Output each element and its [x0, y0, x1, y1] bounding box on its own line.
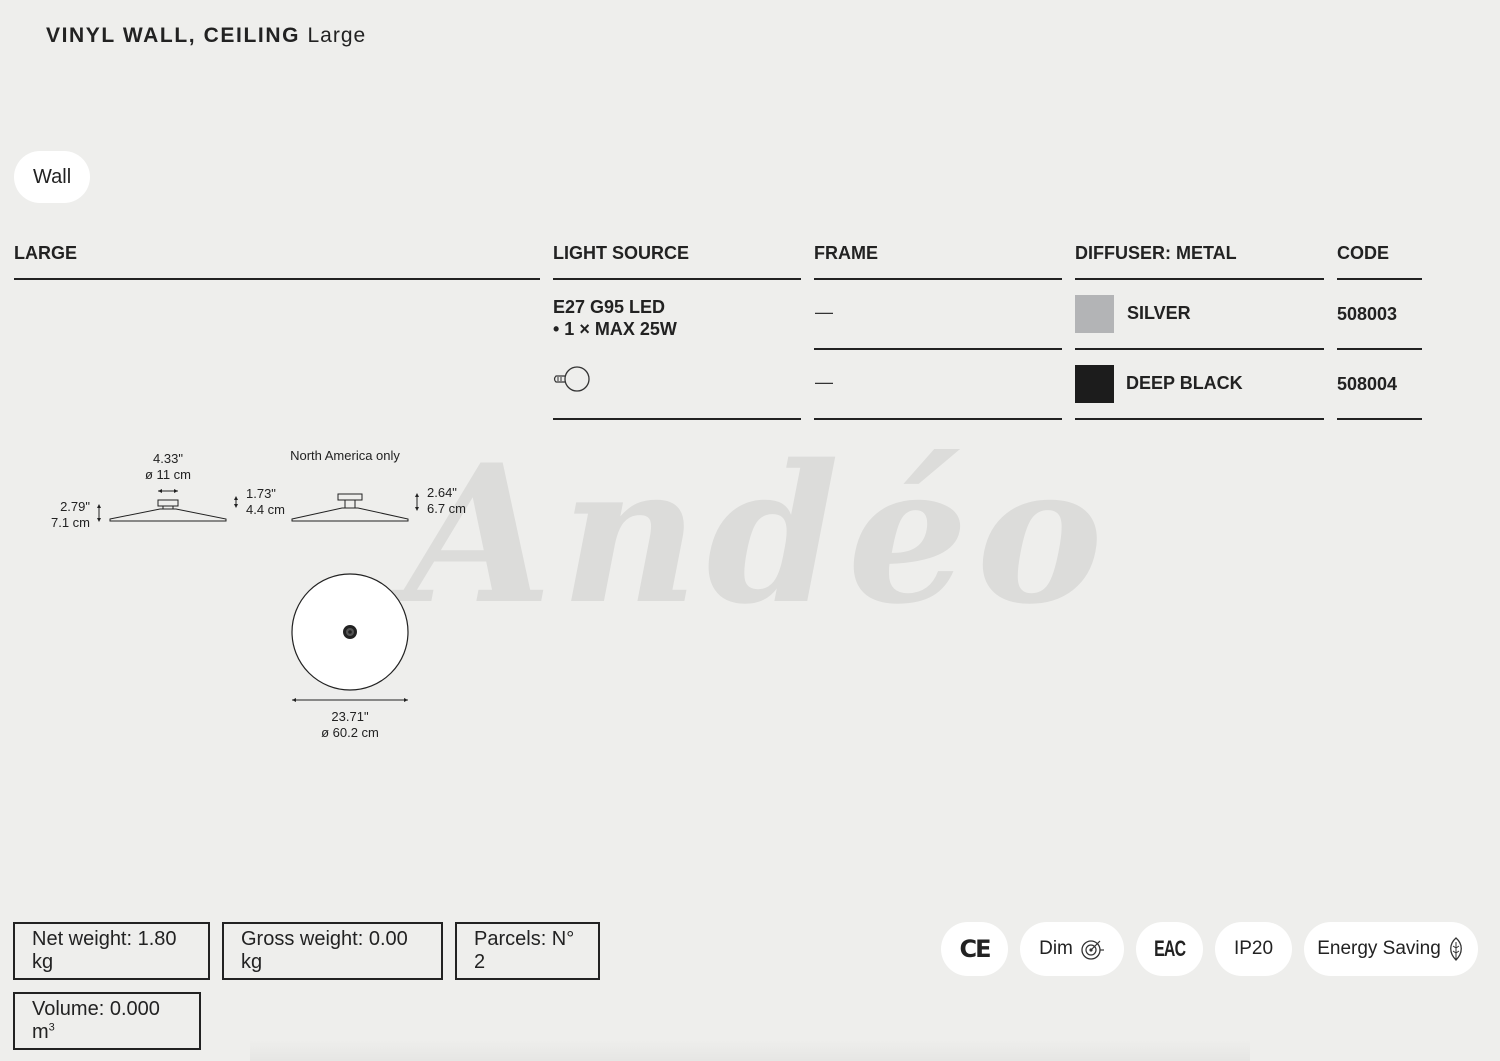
diffuser-color: SILVER	[1127, 303, 1191, 323]
technical-drawing: 4.33" ø 11 cm 2.79" 7.1 cm 1.73" 4.4 cm …	[51, 448, 466, 740]
divider	[814, 348, 1062, 350]
dimmer-icon	[1081, 940, 1104, 960]
gross-weight-box: Gross weight: 0.00 kg	[222, 922, 443, 980]
bottom-shadow	[250, 1040, 1250, 1061]
header-code: CODE	[1337, 243, 1390, 263]
parcels-box: Parcels: N° 2	[455, 922, 600, 980]
divider	[1075, 418, 1324, 420]
header-frame: FRAME	[814, 243, 878, 263]
divider	[1337, 348, 1422, 350]
top-view: 23.71" ø 60.2 cm	[291, 573, 409, 740]
height-cm: 7.1 cm	[51, 515, 90, 530]
eac-badge: EAC	[1136, 922, 1203, 976]
ce-mark: CE	[959, 935, 991, 963]
divider	[1075, 278, 1324, 280]
eac-mark: EAC	[1153, 936, 1186, 961]
bulb-icon	[553, 366, 590, 392]
divider	[814, 418, 1062, 420]
side-view-north-america: North America only 2.64" 6.7 cm	[290, 448, 466, 522]
divider	[553, 278, 801, 280]
canopy-height-cm: 4.4 cm	[246, 502, 285, 517]
light-source-power: • 1 × MAX 25W	[553, 319, 677, 339]
color-swatch-deep-black	[1075, 365, 1114, 403]
divider	[553, 418, 801, 420]
product-code[interactable]: 508004	[1337, 374, 1397, 395]
divider	[1337, 418, 1422, 420]
energy-saving-label: Energy Saving	[1317, 938, 1441, 959]
dim-badge: Dim	[1020, 922, 1124, 976]
diameter-cm: ø 60.2 cm	[321, 725, 379, 740]
diameter-in: 23.71"	[331, 709, 369, 724]
energy-saving-badge: Energy Saving	[1304, 922, 1478, 976]
header-light-source: LIGHT SOURCE	[553, 243, 690, 263]
light-source-type: E27 G95 LED	[553, 297, 666, 317]
na-height-in: 2.64"	[427, 485, 457, 500]
ip-rating: IP20	[1233, 938, 1274, 959]
product-code[interactable]: 508003	[1337, 304, 1397, 325]
ip-rating-badge: IP20	[1215, 922, 1292, 976]
frame-value: —	[815, 372, 833, 392]
net-weight-box: Net weight: 1.80 kg	[13, 922, 210, 980]
side-view-standard: 4.33" ø 11 cm 2.79" 7.1 cm 1.73" 4.4 cm	[51, 451, 285, 530]
canopy-height-in: 1.73"	[246, 486, 276, 501]
parcels: Parcels: N° 2	[474, 928, 575, 973]
canopy-width-cm: ø 11 cm	[145, 467, 191, 482]
leaf-icon	[1449, 937, 1462, 961]
volume: Volume: 0.000 m3	[32, 998, 160, 1043]
north-america-label: North America only	[290, 448, 400, 463]
dim-label: Dim	[1039, 938, 1073, 959]
divider	[814, 278, 1062, 280]
divider	[1337, 278, 1422, 280]
diffuser-color: DEEP BLACK	[1126, 373, 1243, 393]
color-swatch-silver	[1075, 295, 1114, 333]
ce-badge: CE	[941, 922, 1008, 976]
volume-box: Volume: 0.000 m3	[13, 992, 201, 1050]
header-diffuser: DIFFUSER: METAL	[1075, 243, 1237, 263]
divider	[1075, 348, 1324, 350]
height-in: 2.79"	[60, 499, 90, 514]
canopy-width-in: 4.33"	[153, 451, 183, 466]
na-height-cm: 6.7 cm	[427, 501, 466, 516]
frame-value: —	[815, 302, 833, 322]
gross-weight: Gross weight: 0.00 kg	[241, 928, 408, 973]
net-weight: Net weight: 1.80 kg	[32, 928, 177, 973]
